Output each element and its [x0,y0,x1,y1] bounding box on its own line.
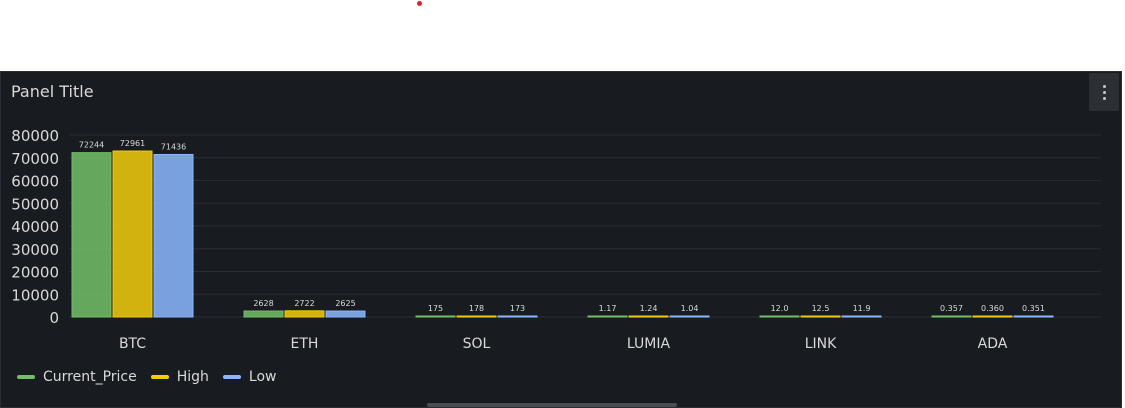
legend-item-current_price[interactable]: Current_Price [17,369,137,385]
legend-swatch [150,375,169,379]
legend-label: High [176,369,209,385]
data-label: 12.0 [771,304,789,313]
data-label: 2628 [253,299,273,308]
data-label: 1.24 [640,304,658,313]
legend-item-low[interactable]: Low [222,369,277,385]
data-label: 72961 [120,139,145,148]
y-tick-label: 0 [49,309,59,327]
data-label: 175 [428,304,443,313]
bar-chart: 0 10000 20000 30000 40000 50000 60000 70000 8000… [11,127,1101,352]
x-category-label: BTC [119,336,146,352]
data-label: 178 [469,304,484,313]
legend: Current_Price High Low [17,369,277,385]
bar-high [112,150,153,318]
x-category-label: LUMIA [627,336,671,352]
data-label: 0.351 [1022,304,1045,313]
x-category-label: LINK [805,336,837,352]
y-tick-label: 40000 [11,218,59,236]
bar-current_price [587,315,628,318]
bar-low [497,315,538,318]
bar-high [456,315,497,318]
horizontal-scrollbar[interactable] [427,403,677,407]
data-label: 72244 [79,141,104,150]
bar-high [972,315,1013,318]
data-label: 2722 [294,299,314,308]
data-label: 0.357 [940,304,963,313]
data-label: 11.9 [853,304,871,313]
data-label: 12.5 [812,304,830,313]
data-label: 173 [510,304,525,313]
y-tick-label: 80000 [11,127,59,145]
y-tick-label: 50000 [11,195,59,213]
bar-current_price [243,310,284,318]
legend-swatch [222,375,241,379]
bar-high [800,315,841,318]
y-tick-label: 30000 [11,241,59,259]
x-category-label: ETH [291,336,319,352]
bar-high [284,310,325,318]
bar-low [669,315,710,318]
data-label: 2625 [335,299,355,308]
bar-low [325,310,366,318]
red-dot-marker [417,1,422,6]
bar-high [628,315,669,318]
data-label: 1.17 [599,304,617,313]
bar-low [153,153,194,318]
bar-current_price [931,315,972,318]
y-tick-label: 10000 [11,286,59,304]
data-label: 1.04 [681,304,699,313]
bar-low [1013,315,1054,318]
bar-current_price [759,315,800,318]
legend-label: Low [248,369,277,385]
y-tick-label: 20000 [11,264,59,282]
bar-low [841,315,882,318]
legend-label: Current_Price [43,369,137,385]
legend-item-high[interactable]: High [150,369,209,385]
y-tick-label: 60000 [11,173,59,191]
bar-current_price [415,315,456,318]
x-category-label: ADA [978,336,1008,352]
y-tick-label: 70000 [11,150,59,168]
data-label: 71436 [161,142,186,151]
x-category-label: SOL [463,336,491,352]
bar-current_price [71,152,112,318]
data-label: 0.360 [981,304,1004,313]
chart-panel: Panel Title 0 10000 20000 30000 40000 50000 60… [0,71,1122,408]
legend-swatch [17,375,35,379]
